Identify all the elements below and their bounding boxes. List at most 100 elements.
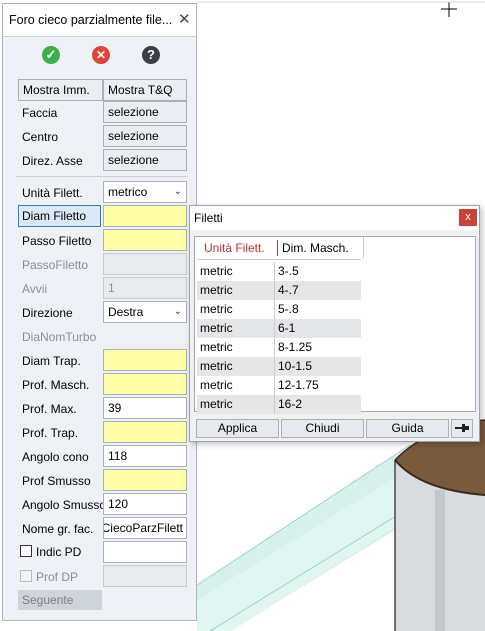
prof-max-field[interactable]: 39 — [103, 397, 187, 419]
direzione-value: Destra — [108, 305, 144, 319]
direz-asse-select-button[interactable]: selezione — [103, 149, 187, 171]
divider — [16, 176, 188, 177]
thread-unit-cell: metric — [200, 378, 233, 392]
mostra-tq-button[interactable]: Mostra T&Q — [103, 79, 187, 101]
cell-divider — [274, 357, 275, 376]
prof-smusso-field[interactable] — [103, 469, 187, 491]
chevron-down-icon: ⌄ — [173, 186, 182, 197]
header-divider — [277, 240, 278, 256]
thread-dim-cell: 8-1.25 — [278, 340, 313, 354]
indic-pd-label: Indic PD — [36, 545, 82, 559]
filetti-dialog: Filetti x Unità Filett. Dim. Masch. metr… — [189, 205, 480, 442]
table-row[interactable]: metric 5-.8 — [197, 300, 361, 319]
prof-masch-label: Prof. Masch. — [22, 378, 90, 392]
cell-divider — [274, 338, 275, 357]
table-row[interactable]: metric 8-1.25 — [197, 338, 361, 357]
prof-dp-label: Prof DP — [36, 570, 79, 584]
angolo-cono-field[interactable]: 118 — [103, 445, 187, 467]
passo-filetto-label: Passo Filetto — [22, 234, 92, 248]
diam-filetto-label-box[interactable]: Diam Filetto — [18, 205, 101, 227]
thread-dim-cell: 10-1.5 — [278, 359, 313, 373]
close-icon[interactable]: x — [459, 209, 477, 226]
direzione-label: Direzione — [22, 306, 73, 320]
passofiletto-label: PassoFiletto — [22, 258, 89, 272]
thread-dim-cell: 5-.8 — [278, 302, 299, 316]
nome-gr-fac-label: Nome gr. fac. — [22, 522, 94, 536]
table-row[interactable]: metric 3-.5 — [197, 262, 361, 281]
table-row[interactable]: metric 16-2 — [197, 395, 361, 414]
thread-table: Unità Filett. Dim. Masch. metric 3-.5 metr… — [194, 236, 476, 414]
dianomturbo-label: DiaNomTurbo — [22, 330, 97, 344]
passo-filetto-field[interactable] — [103, 229, 187, 251]
unita-filett-value: metrico — [108, 185, 148, 199]
col-header-dim[interactable]: Dim. Masch. — [282, 237, 349, 259]
guida-button[interactable]: Guida — [366, 419, 449, 438]
pin-icon[interactable] — [451, 419, 473, 438]
col-header-unita[interactable]: Unità Filett. — [204, 237, 265, 259]
dialog-title-bar: Filetti x — [190, 206, 479, 230]
prof-dp-field — [103, 565, 187, 587]
thread-unit-cell: metric — [200, 359, 233, 373]
direz-asse-label: Direz. Asse — [22, 154, 83, 168]
direzione-dropdown[interactable]: Destra ⌄ — [103, 301, 187, 323]
seguente-button: Seguente — [18, 590, 102, 610]
prof-dp-checkbox — [20, 570, 32, 582]
diam-filetto-field[interactable] — [103, 205, 187, 227]
avvii-field: 1 — [103, 277, 187, 299]
nome-gr-fac-field[interactable]: CiecoParzFilett — [103, 517, 187, 539]
cell-divider — [274, 300, 275, 319]
avvii-label: Avvii — [22, 282, 48, 296]
chevron-down-icon: ⌄ — [173, 306, 182, 317]
panel-title: Foro cieco parzialmente file... — [9, 13, 173, 27]
prof-trap-field[interactable] — [103, 421, 187, 443]
cell-divider — [274, 376, 275, 395]
header-underline — [197, 259, 361, 260]
thread-dim-cell: 3-.5 — [278, 264, 299, 278]
cell-divider — [274, 395, 275, 414]
centro-label: Centro — [22, 130, 59, 144]
unita-filett-label: Unità Filett. — [22, 186, 83, 200]
check-icon[interactable]: ✓ — [42, 46, 60, 64]
passofiletto-field — [103, 253, 187, 275]
nome-gr-fac-value: CiecoParzFilett — [103, 521, 183, 535]
diam-trap-label: Diam Trap. — [22, 354, 81, 368]
thread-dim-cell: 16-2 — [278, 397, 303, 411]
angolo-smusso-label: Angolo Smusso — [22, 498, 107, 512]
angolo-cono-label: Angolo cono — [22, 450, 89, 464]
thread-unit-cell: metric — [200, 397, 233, 411]
panel-title-bar: Foro cieco parzialmente file... ✕ — [3, 4, 196, 37]
header-divider — [363, 237, 364, 259]
thread-unit-cell: metric — [200, 302, 233, 316]
angolo-smusso-field[interactable]: 120 — [103, 493, 187, 515]
centro-select-button[interactable]: selezione — [103, 125, 187, 147]
cell-divider — [274, 262, 275, 281]
thread-dim-cell: 4-.7 — [278, 283, 299, 297]
diam-filetto-label: Diam Filetto — [22, 209, 87, 223]
cell-divider — [274, 281, 275, 300]
thread-unit-cell: metric — [200, 321, 233, 335]
table-row[interactable]: metric 6-1 — [197, 319, 361, 338]
cell-divider — [274, 319, 275, 338]
help-icon[interactable]: ? — [142, 46, 160, 64]
thread-unit-cell: metric — [200, 264, 233, 278]
prof-max-label: Prof. Max. — [22, 402, 77, 416]
indic-pd-checkbox[interactable] — [20, 545, 32, 557]
diam-trap-field[interactable] — [103, 349, 187, 371]
indic-pd-field[interactable] — [103, 541, 187, 563]
applica-button[interactable]: Applica — [196, 419, 279, 438]
unita-filett-dropdown[interactable]: metrico ⌄ — [103, 181, 187, 203]
table-row[interactable]: metric 4-.7 — [197, 281, 361, 300]
thread-unit-cell: metric — [200, 283, 233, 297]
dialog-title: Filetti — [194, 211, 223, 225]
prof-masch-field[interactable] — [103, 373, 187, 395]
cancel-icon[interactable]: ✕ — [92, 46, 110, 64]
faccia-select-button[interactable]: selezione — [103, 101, 187, 123]
chiudi-button[interactable]: Chiudi — [281, 419, 364, 438]
thread-dim-cell: 12-1.75 — [278, 378, 319, 392]
table-row[interactable]: metric 12-1.75 — [197, 376, 361, 395]
table-row[interactable]: metric 10-1.5 — [197, 357, 361, 376]
prof-trap-label: Prof. Trap. — [22, 426, 79, 440]
mostra-imm-button[interactable]: Mostra Imm. — [18, 79, 103, 101]
hole-feature-panel: Foro cieco parzialmente file... ✕ ✓ ✕ ? … — [2, 3, 197, 621]
close-icon[interactable]: ✕ — [178, 10, 191, 28]
